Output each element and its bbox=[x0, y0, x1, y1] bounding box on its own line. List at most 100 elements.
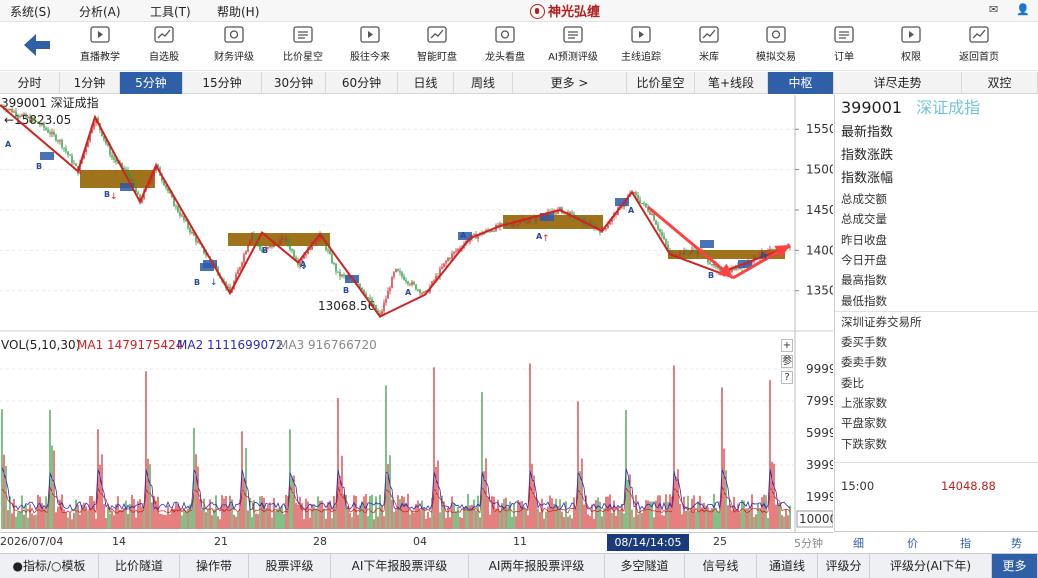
vol-bar bbox=[67, 517, 69, 529]
sim-trade-button[interactable]: 模拟交易 bbox=[744, 24, 808, 63]
candle-body bbox=[665, 239, 667, 245]
live-teaching-button[interactable]: 直播教学 bbox=[68, 24, 132, 63]
rating-score-tab[interactable]: 评级分 bbox=[818, 554, 870, 578]
vol-bar bbox=[223, 498, 225, 529]
tab-daily[interactable]: 日线 bbox=[398, 72, 454, 94]
tab-dual-control[interactable]: 双控 bbox=[962, 72, 1038, 94]
params-button[interactable]: 参 bbox=[781, 355, 793, 368]
vol-bar bbox=[217, 516, 219, 529]
vol-bar bbox=[723, 448, 725, 529]
vol-bar bbox=[399, 499, 401, 529]
vol-bar bbox=[509, 501, 511, 529]
channel-line-tab[interactable]: 通道线 bbox=[757, 554, 818, 578]
signal-line-tab[interactable]: 信号线 bbox=[685, 554, 757, 578]
candle-body bbox=[343, 274, 345, 276]
vol-bar bbox=[439, 512, 441, 529]
vol-bar bbox=[219, 519, 221, 529]
exchange-name: 深圳证券交易所 bbox=[841, 315, 922, 329]
menu-help[interactable]: 帮助(H) bbox=[217, 3, 259, 20]
home-button[interactable]: 返回首页 bbox=[947, 24, 1011, 63]
candle-body bbox=[409, 283, 411, 285]
ai-forecast-button[interactable]: AI预测评级 bbox=[541, 24, 605, 63]
tab-index[interactable]: 指 bbox=[960, 535, 971, 551]
stock-history-button[interactable]: 股往今来 bbox=[338, 24, 402, 63]
vol-bar bbox=[573, 497, 575, 529]
tab-30min[interactable]: 30分钟 bbox=[262, 72, 326, 94]
operation-band-tab[interactable]: 操作带 bbox=[180, 554, 249, 578]
mail-icon[interactable]: ✉ bbox=[989, 3, 998, 16]
vol-bar bbox=[631, 509, 633, 529]
leader-board-button[interactable]: 龙头看盘 bbox=[473, 24, 537, 63]
tab-price-compare[interactable]: 比价星空 bbox=[627, 72, 695, 94]
indicator-template-toggle[interactable]: ●指标/○模板 bbox=[0, 554, 99, 578]
tab-60min[interactable]: 60分钟 bbox=[326, 72, 398, 94]
signal-letter: A bbox=[628, 206, 635, 215]
menu-system[interactable]: 系统(S) bbox=[10, 3, 51, 20]
candle-body bbox=[279, 240, 281, 246]
tab-timeshare[interactable]: 分时 bbox=[0, 72, 60, 94]
vol-bar bbox=[405, 504, 407, 529]
user-icon[interactable]: 👤 bbox=[1016, 3, 1030, 16]
vol-bar bbox=[521, 501, 523, 529]
tab-weekly[interactable]: 周线 bbox=[454, 72, 513, 94]
back-arrow-icon[interactable] bbox=[22, 32, 52, 58]
smart-monitor-button[interactable]: 智能盯盘 bbox=[405, 24, 469, 63]
vol-bar bbox=[563, 516, 565, 529]
mainline-track-button[interactable]: 主线追踪 bbox=[609, 24, 673, 63]
tab-stroke-segment[interactable]: 笔+线段 bbox=[695, 72, 768, 94]
vol-bar bbox=[89, 496, 91, 529]
rating-score-ai-tab[interactable]: 评级分(AI下年) bbox=[870, 554, 992, 578]
menu-tools[interactable]: 工具(T) bbox=[150, 3, 191, 20]
miku-button[interactable]: 米库 bbox=[677, 24, 741, 63]
permissions-button[interactable]: 权限 bbox=[879, 24, 943, 63]
vol-bar bbox=[757, 504, 759, 529]
more-tab[interactable]: 更多 bbox=[992, 554, 1038, 578]
tab-15min[interactable]: 15分钟 bbox=[183, 72, 262, 94]
watchlist-button[interactable]: 自选股 bbox=[132, 24, 196, 63]
vol-bar bbox=[525, 508, 527, 529]
vol-ma2: MA2 1111699072 bbox=[177, 338, 283, 352]
stock-rating-tab[interactable]: 股票评级 bbox=[249, 554, 331, 578]
candle-body bbox=[411, 281, 413, 285]
vol-bar bbox=[643, 508, 645, 529]
quote-divider bbox=[835, 462, 1038, 463]
candle-body bbox=[333, 262, 335, 264]
tab-pivot[interactable]: 中枢 bbox=[768, 72, 834, 94]
ai-two-year-rating-tab[interactable]: AI两年报股票评级 bbox=[469, 554, 605, 578]
tab-1min[interactable]: 1分钟 bbox=[60, 72, 120, 94]
tab-5min[interactable]: 5分钟 bbox=[120, 72, 183, 94]
vol-bar bbox=[743, 500, 745, 529]
candle-body bbox=[11, 108, 13, 113]
tab-detail-trend[interactable]: 详尽走势 bbox=[834, 72, 962, 94]
smart-monitor-icon bbox=[427, 26, 447, 43]
candle-body bbox=[37, 121, 39, 124]
vol-bar bbox=[353, 495, 355, 529]
vol-bar bbox=[349, 512, 351, 529]
bull-bear-tunnel-tab[interactable]: 多空隧道 bbox=[605, 554, 685, 578]
tab-more[interactable]: 更多 > bbox=[513, 72, 627, 94]
vol-bar bbox=[237, 512, 239, 529]
menu-analysis[interactable]: 分析(A) bbox=[79, 3, 121, 20]
vol-bar bbox=[111, 510, 113, 529]
date-tick-label: 21 bbox=[214, 535, 228, 548]
help-button[interactable]: ? bbox=[781, 371, 793, 384]
vol-bar bbox=[95, 518, 97, 529]
tab-price[interactable]: 价 bbox=[907, 535, 918, 551]
vol-bar bbox=[493, 496, 495, 529]
kline-chart[interactable]: 15500 15000 14500 14000 13500 399001 深证成指 ←158… bbox=[0, 95, 833, 532]
ai-next-year-rating-tab[interactable]: AI下年报股票评级 bbox=[331, 554, 469, 578]
brand-logo: 神光弘缠 bbox=[530, 1, 600, 20]
vol-bar bbox=[547, 506, 549, 529]
date-tick-label: 11 bbox=[513, 535, 527, 548]
plus-button[interactable]: + bbox=[781, 339, 793, 352]
price-compare-button[interactable]: 比价星空 bbox=[271, 24, 335, 63]
tab-trend[interactable]: 势 bbox=[1011, 535, 1022, 551]
vol-bar bbox=[19, 511, 21, 529]
vol-bar bbox=[583, 504, 585, 529]
financial-rating-button[interactable]: 财务评级 bbox=[202, 24, 266, 63]
vol-bar bbox=[429, 517, 431, 529]
permissions-label: 权限 bbox=[901, 52, 921, 63]
orders-button[interactable]: 订单 bbox=[812, 24, 876, 63]
price-tunnel-tab[interactable]: 比价隧道 bbox=[99, 554, 180, 578]
tab-detail[interactable]: 细 bbox=[853, 535, 864, 551]
